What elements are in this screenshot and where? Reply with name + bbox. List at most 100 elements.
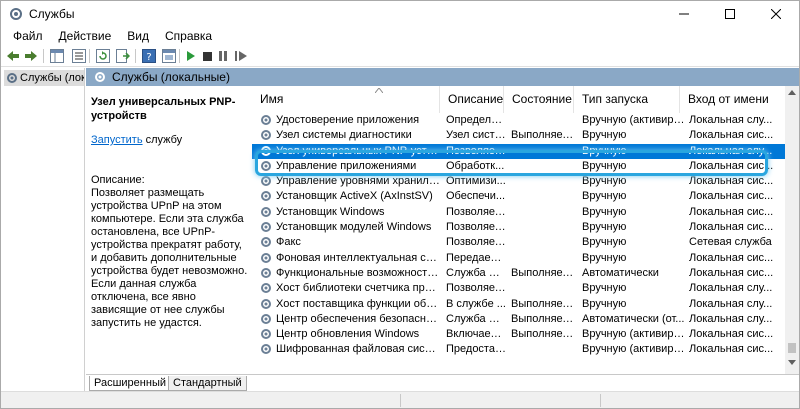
table-row[interactable]: Узел системы диагностики Узел систе... Вып… <box>252 128 785 143</box>
cell-name: Факс <box>276 236 301 249</box>
export-list-button[interactable] <box>115 48 131 64</box>
pause-service-button[interactable] <box>215 48 231 64</box>
table-row[interactable]: Установщик Windows Позволяет... Вручную Лок… <box>252 205 785 220</box>
tree-item-services-local[interactable]: Службы (лок <box>4 70 84 86</box>
cell-name: Управление приложениями <box>276 159 417 172</box>
cell-description: Позволяет... <box>446 282 506 295</box>
cell-startup-type: Вручную <box>582 221 627 234</box>
selected-service-name: Узел универсальных PNP-устройств <box>91 96 236 122</box>
column-headers: Имя Описание Состояние Тип запуска Вход … <box>252 86 785 113</box>
table-row[interactable]: Фоновая интеллектуальная служб... Передае… <box>252 251 785 266</box>
column-header-description[interactable]: Описание <box>440 86 504 113</box>
table-row[interactable]: Удостоверение приложения Определя... Вручн… <box>252 113 785 128</box>
column-header-logon-as[interactable]: Вход от имени <box>680 86 770 113</box>
cell-description: Обеспечи... <box>446 190 506 203</box>
vertical-scrollbar[interactable] <box>785 86 799 374</box>
console-tree: Службы (лок <box>1 68 85 408</box>
cell-status <box>511 159 575 174</box>
service-gear-icon <box>261 222 271 233</box>
cell-logon-as: Локальная сис... <box>689 328 774 341</box>
start-service-row: Запустить службу <box>91 134 182 146</box>
refresh-button[interactable] <box>95 48 111 64</box>
cell-description: Узел систе... <box>446 129 506 142</box>
service-gear-icon <box>261 283 271 294</box>
cell-name: Хост библиотеки счетчика произв... <box>276 282 440 295</box>
arrow-right-icon <box>25 51 37 61</box>
show-tree-button[interactable] <box>49 48 65 64</box>
service-gear-icon <box>261 298 271 309</box>
scrollbar-thumb[interactable] <box>788 343 796 353</box>
scroll-down-icon[interactable] <box>788 360 796 365</box>
cell-description: Позволяет... <box>446 221 506 234</box>
cell-description: Позволяет... <box>446 205 506 218</box>
cell-status <box>511 189 575 204</box>
table-row[interactable]: Узел универсальных PNP-устройств Позволяе… <box>252 143 785 159</box>
list-view-button[interactable] <box>71 48 87 64</box>
menu-file[interactable]: Файл <box>5 27 51 45</box>
table-row[interactable]: Установщик модулей Windows Позволяет... Вр… <box>252 220 785 235</box>
cell-name: Установщик Windows <box>276 205 385 218</box>
cell-name: Установщик модулей Windows <box>276 221 432 234</box>
cell-status <box>511 113 575 128</box>
table-row[interactable]: Управление приложениями Обработк... Вручну… <box>252 159 785 174</box>
stop-icon <box>202 51 212 61</box>
service-gear-icon <box>261 267 271 278</box>
forward-button[interactable] <box>23 48 39 64</box>
table-row[interactable]: Шифрованная файловая система (... Предост… <box>252 342 785 357</box>
cell-name: Узел универсальных PNP-устройств <box>276 144 440 157</box>
restart-service-button[interactable] <box>233 48 249 64</box>
cell-status <box>511 342 575 357</box>
status-segment <box>401 394 601 407</box>
cell-startup-type: Вручную (активиро... <box>582 114 686 126</box>
title-bar: Службы <box>1 1 799 27</box>
table-row[interactable]: Центр обновления Windows Включает ... Выпо… <box>252 327 785 342</box>
table-row[interactable]: Хост поставщика функции обнару... В служб… <box>252 297 785 312</box>
tab-extended[interactable]: Расширенный <box>89 376 171 391</box>
column-header-startup-type[interactable]: Тип запуска <box>574 86 680 113</box>
table-row[interactable]: Установщик ActiveX (AxInstSV) Обеспечи...… <box>252 189 785 204</box>
table-row[interactable]: Центр обеспечения безопасности Служба W..… <box>252 312 785 327</box>
help-icon: ? <box>142 49 156 63</box>
tab-standard[interactable]: Стандартный <box>168 376 247 391</box>
cell-logon-as: Локальная слу... <box>689 312 773 325</box>
menu-help[interactable]: Справка <box>157 27 220 45</box>
close-button[interactable] <box>753 1 799 27</box>
column-header-status[interactable]: Состояние <box>504 86 574 113</box>
service-rows: Удостоверение приложения Определя... Вручн… <box>252 113 785 358</box>
service-gear-icon <box>261 145 271 156</box>
service-gear-icon <box>261 115 271 125</box>
description-label: Описание: <box>91 174 145 186</box>
start-service-button[interactable] <box>183 48 199 64</box>
properties-button[interactable] <box>161 48 177 64</box>
back-button[interactable] <box>5 48 21 64</box>
maximize-button[interactable] <box>707 1 753 27</box>
service-gear-icon <box>261 329 271 340</box>
table-row[interactable]: Управление уровнями хранилища Оптимизи...… <box>252 174 785 189</box>
cell-status <box>511 144 575 159</box>
table-row[interactable]: Хост библиотеки счетчика произв... Позвол… <box>252 281 785 296</box>
status-bar <box>1 391 799 408</box>
svg-text:?: ? <box>146 52 151 63</box>
scroll-up-icon[interactable] <box>788 90 796 95</box>
list-view-icon <box>72 49 86 63</box>
menu-view[interactable]: Вид <box>119 27 157 45</box>
start-service-link[interactable]: Запустить <box>91 134 143 146</box>
cell-description: Обработк... <box>446 159 505 172</box>
column-header-name[interactable]: Имя <box>252 86 440 113</box>
window-title: Службы <box>29 7 75 21</box>
table-row[interactable]: Факс Позволяет... Вручную Сетевая служба <box>252 235 785 250</box>
stop-service-button[interactable] <box>199 48 215 64</box>
service-gear-icon <box>261 191 271 202</box>
cell-status <box>511 205 575 220</box>
services-gear-icon <box>95 72 105 82</box>
help-button[interactable]: ? <box>141 48 157 64</box>
menu-action[interactable]: Действие <box>51 27 120 45</box>
services-gear-icon <box>7 73 17 83</box>
cell-startup-type: Вручную <box>582 175 627 188</box>
table-row[interactable]: Функциональные возможности дл... Служба ф… <box>252 266 785 281</box>
cell-description: Включает ... <box>446 328 506 341</box>
toolbar: ? <box>1 45 799 67</box>
play-icon <box>187 51 195 61</box>
cell-startup-type: Автоматически (от... <box>582 312 685 325</box>
minimize-button[interactable] <box>661 1 707 27</box>
